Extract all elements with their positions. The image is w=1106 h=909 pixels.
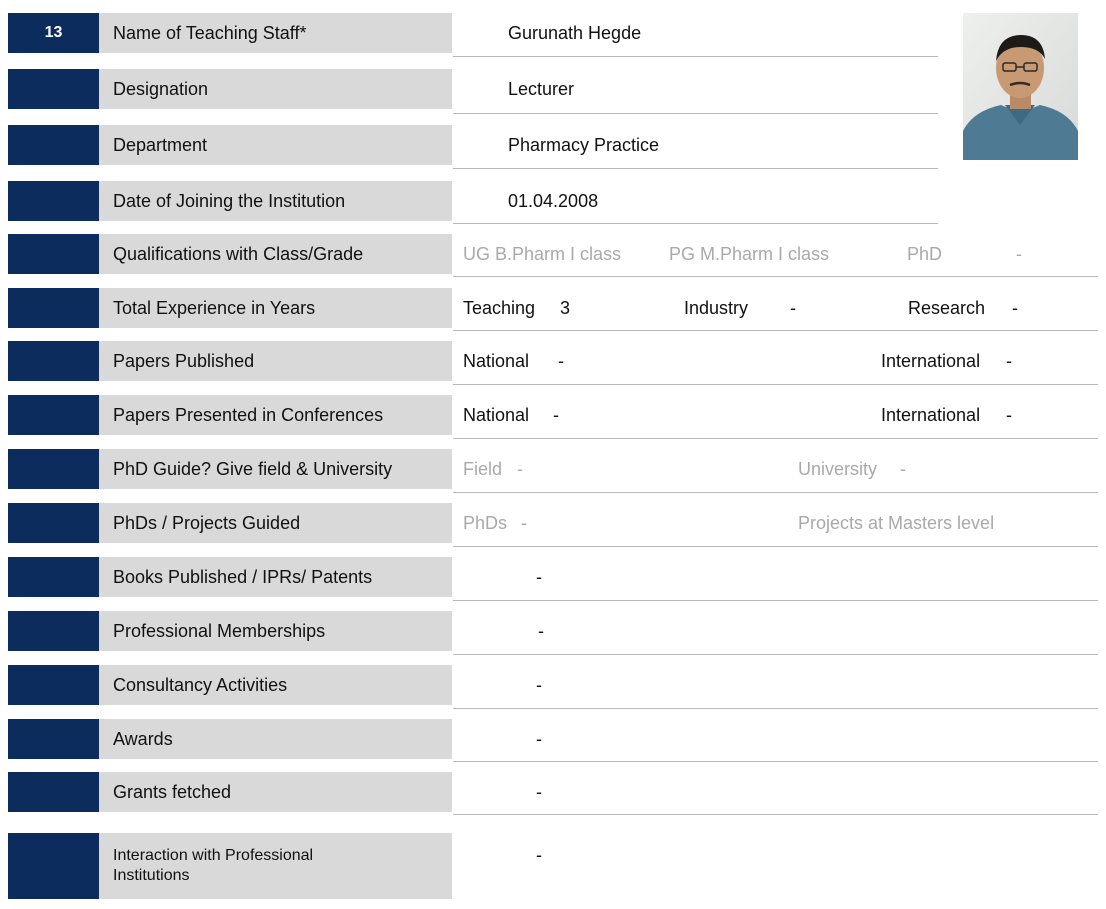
industry-value: - <box>790 298 796 318</box>
grants-value: - <box>536 782 542 802</box>
field-label: Total Experience in Years <box>99 288 452 328</box>
designation-value: Lecturer <box>508 79 575 99</box>
row-number-block <box>8 772 99 812</box>
department-value: Pharmacy Practice <box>508 135 660 155</box>
row-number-block <box>8 125 99 165</box>
field-label: Awards <box>99 719 452 759</box>
field-label: Grants fetched <box>99 772 452 812</box>
research-value: - <box>1012 298 1018 318</box>
row-number-block <box>8 665 99 705</box>
phd-guide-university-label: University <box>798 459 878 479</box>
row-number: 13 <box>8 13 99 53</box>
divider <box>453 330 1098 331</box>
divider <box>453 814 1098 815</box>
divider <box>453 600 1098 601</box>
row-number-block <box>8 557 99 597</box>
field-label: Papers Presented in Conferences <box>99 395 452 435</box>
papers-presented-national-label: National <box>463 405 530 425</box>
awards-value: - <box>536 729 542 749</box>
phd-guide-field-label: Field <box>463 459 503 479</box>
divider <box>453 113 938 114</box>
field-label: Name of Teaching Staff* <box>99 13 452 53</box>
memberships-value: - <box>538 621 544 641</box>
name-value: Gurunath Hegde <box>508 23 642 43</box>
qualification-phd-value: - <box>1016 244 1022 264</box>
row-number-block <box>8 503 99 543</box>
phd-guide-university-value: - <box>900 459 906 479</box>
divider <box>453 492 1098 493</box>
industry-label: Industry <box>684 298 749 318</box>
row-number-block <box>8 234 99 274</box>
papers-published-international-label: International <box>881 351 981 371</box>
field-label: Designation <box>99 69 452 109</box>
consultancy-value: - <box>536 675 542 695</box>
papers-published-international-value: - <box>1006 351 1012 371</box>
qualification-ug: UG B.Pharm I class <box>463 244 622 264</box>
phd-guide-field-value: - <box>517 459 523 479</box>
row-number-block <box>8 611 99 651</box>
divider <box>453 438 1098 439</box>
divider <box>453 223 938 224</box>
field-label: Papers Published <box>99 341 452 381</box>
papers-presented-international-value: - <box>1006 405 1012 425</box>
books-value: - <box>536 567 542 587</box>
field-label: Qualifications with Class/Grade <box>99 234 452 274</box>
divider <box>453 708 1098 709</box>
divider <box>453 761 1098 762</box>
field-label: PhD Guide? Give field & University <box>99 449 452 489</box>
divider <box>453 384 1098 385</box>
teaching-label: Teaching <box>463 298 536 318</box>
projects-masters-label: Projects at Masters level <box>798 513 995 533</box>
row-number-block <box>8 395 99 435</box>
field-label: PhDs / Projects Guided <box>99 503 452 543</box>
phds-guided-label: PhDs <box>463 513 508 533</box>
divider <box>453 168 938 169</box>
staff-photo <box>963 13 1078 160</box>
field-label: Department <box>99 125 452 165</box>
field-label: Interaction with Professional Institutio… <box>99 833 452 899</box>
row-number-block <box>8 181 99 221</box>
row-number-block <box>8 449 99 489</box>
divider <box>453 56 938 57</box>
row-number-block <box>8 341 99 381</box>
date-of-joining-value: 01.04.2008 <box>508 191 599 211</box>
papers-presented-national-value: - <box>553 405 559 425</box>
field-label: Date of Joining the Institution <box>99 181 452 221</box>
row-number-block <box>8 69 99 109</box>
field-label: Books Published / IPRs/ Patents <box>99 557 452 597</box>
papers-published-national-label: National <box>463 351 530 371</box>
field-label: Consultancy Activities <box>99 665 452 705</box>
qualification-pg: PG M.Pharm I class <box>669 244 830 264</box>
row-number-block <box>8 288 99 328</box>
qualification-phd-label: PhD <box>907 244 943 264</box>
papers-presented-international-label: International <box>881 405 981 425</box>
row-number-block <box>8 719 99 759</box>
papers-published-national-value: - <box>558 351 564 371</box>
phds-guided-value: - <box>521 513 527 533</box>
field-label: Professional Memberships <box>99 611 452 651</box>
interaction-value: - <box>536 845 542 865</box>
research-label: Research <box>908 298 986 318</box>
portrait-image <box>963 13 1078 160</box>
divider <box>453 654 1098 655</box>
row-number-block <box>8 833 99 899</box>
divider <box>453 546 1098 547</box>
teaching-value: 3 <box>560 298 571 318</box>
divider <box>453 276 1098 277</box>
